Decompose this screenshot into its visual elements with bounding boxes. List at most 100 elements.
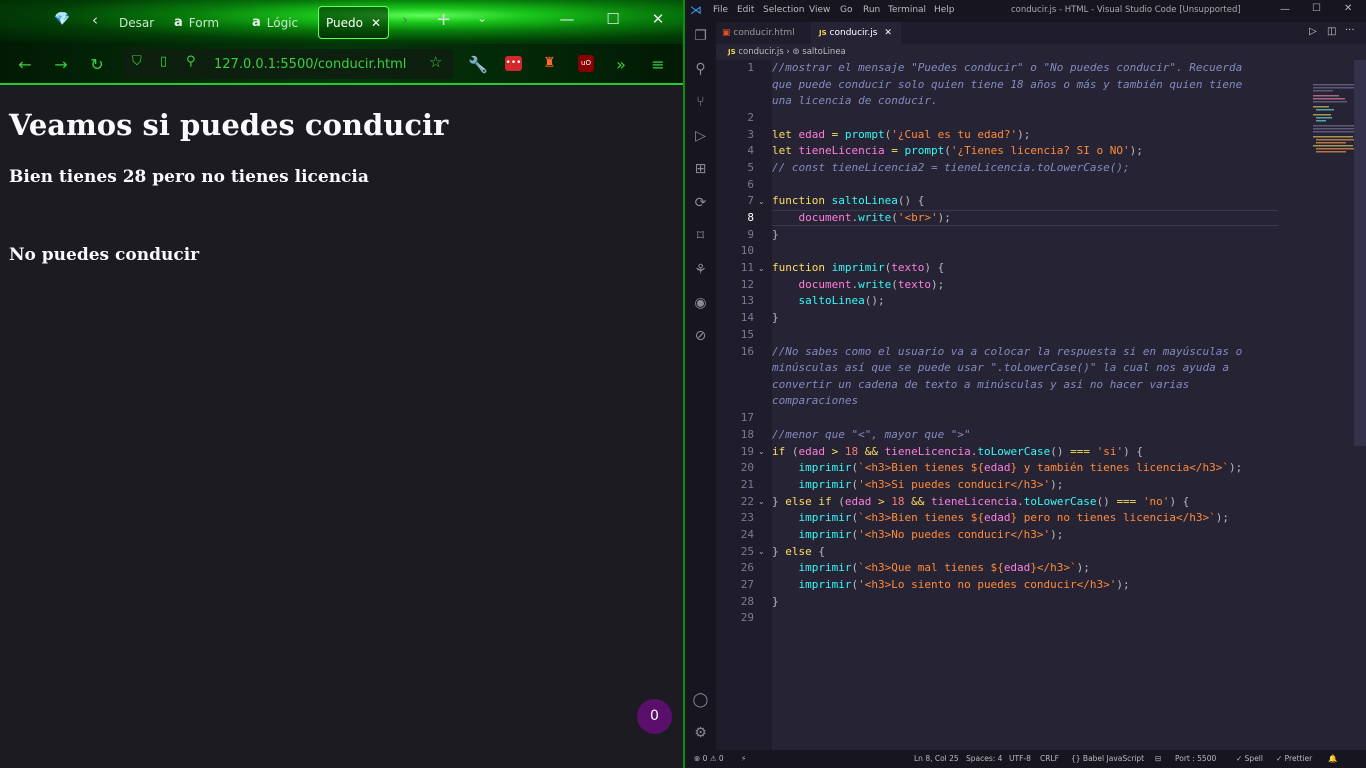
html-file-icon: ▣ [722,28,731,38]
extension-lighthouse-icon[interactable]: ♜ [543,55,556,71]
line-number: 18 [740,428,754,441]
git-graph-icon[interactable]: ⊘ [692,328,709,345]
result-line-1: Bien tienes 28 pero no tienes licencia [9,167,369,187]
run-debug-icon[interactable]: ▷ [692,128,709,145]
counter-badge[interactable]: 0 [637,699,672,734]
page-content: Veamos si puedes conducir Bien tienes 28… [0,86,683,768]
tab-scroll-right-icon[interactable]: › [402,11,408,29]
code-comment: una licencia de conducir. [772,94,938,107]
live-share-icon[interactable]: ⚡ [741,750,746,768]
shield-icon[interactable]: ⛉ [132,54,142,69]
search-icon[interactable]: ⚲ [692,61,709,78]
line-number: 17 [740,411,754,424]
python-icon[interactable]: ◉ [692,295,709,312]
line-number: 19 [740,445,754,458]
more-actions-icon[interactable]: ··· [1345,25,1355,36]
tab-form[interactable]: a Form [174,6,226,39]
settings-gear-icon[interactable]: ⚙ [692,725,709,742]
breadcrumb-symbol[interactable]: saltoLinea [802,47,845,57]
close-tab-icon[interactable]: ✕ [371,16,381,30]
forward-icon[interactable]: → [49,53,73,77]
menu-edit[interactable]: Edit [737,5,754,15]
tab-logic[interactable]: a Lógic [252,6,304,39]
minimize-icon[interactable]: — [1280,4,1290,15]
chevron-down-icon[interactable]: ⌄ [477,11,487,25]
back-icon[interactable]: ← [13,53,37,77]
code-line: document.write(texto); [798,278,945,291]
prettier-status[interactable]: ✓ Prettier [1276,750,1312,768]
problems-status[interactable]: ⊗ 0 ⚠ 0 [694,750,724,768]
spell-status[interactable]: ✓ Spell [1236,750,1263,768]
result-line-2: No puedes conducir [9,245,200,265]
permissions-icon[interactable]: ⚲ [186,54,196,69]
code-comment: convertir un cadena de texto a minúscula… [772,378,1190,391]
a-favicon-icon: a [174,15,183,30]
reload-icon[interactable]: ↻ [85,53,109,77]
split-editor-icon[interactable]: ◫ [1327,26,1336,37]
gem-icon[interactable]: 💎 [54,12,70,27]
code-string: `<h3>Bien tienes ${ [858,461,984,474]
run-icon[interactable]: ▷ [1309,26,1317,37]
remote-icon[interactable]: ⟳ [692,195,709,212]
line-number: 20 [740,461,754,474]
more-tools-icon[interactable]: » [609,53,633,77]
close-tab-icon[interactable]: ✕ [884,28,892,38]
line-number: 8 [747,211,754,224]
source-control-icon[interactable]: ⑂ [692,94,709,111]
language-mode[interactable]: {} Babel JavaScript [1071,750,1144,768]
code-string: `<h3>Que mal tienes ${ [858,561,1004,574]
tab-desarr[interactable]: Desarr [119,6,155,39]
fold-chevron-icon[interactable]: ⌄ [758,447,765,456]
bookmark-icon[interactable]: ⌑ [692,228,709,245]
tab-conducir-html[interactable]: ▣ conducir.html [722,22,802,44]
cursor-position[interactable]: Ln 8, Col 25 [914,750,959,768]
menu-selection[interactable]: Selection [763,5,804,15]
tab-label: Lógic [266,15,299,30]
indentation-status[interactable]: Spaces: 4 [966,750,1002,768]
tab-conducir-js[interactable]: JS conducir.js ✕ [811,22,901,44]
close-window-icon[interactable]: ✕ [643,10,673,28]
menu-terminal[interactable]: Terminal [888,5,926,15]
code-string: } pero no tienes licencia</h3>` [1010,511,1216,524]
account-icon[interactable]: ◯ [692,692,709,709]
menu-run[interactable]: Run [863,5,880,15]
extension-red-icon[interactable]: ••• [505,56,522,71]
notifications-bell-icon[interactable]: 🔔 [1328,750,1337,768]
maximize-icon[interactable]: ☐ [598,10,628,28]
url-bar[interactable]: ⛉ ▯ ⚲ 127.0.0.1:5500/conducir.html ☆ [124,49,454,79]
tree-icon[interactable]: ⚘ [692,262,709,279]
code-editor[interactable]: 1 2 3 4 5 6 7 8 9 10 11 12 13 14 15 16 1… [716,60,1366,750]
encoding-status[interactable]: UTF-8 [1009,750,1031,768]
layout-icon[interactable]: ⊟ [1155,750,1161,768]
port-status[interactable]: Port : 5500 [1175,750,1216,768]
new-tab-icon[interactable]: + [436,9,451,30]
fold-chevron-icon[interactable]: ⌄ [758,547,765,556]
hamburger-menu-icon[interactable]: ≡ [646,53,670,77]
fold-chevron-icon[interactable]: ⌄ [758,497,765,506]
explorer-icon[interactable]: ❐ [692,28,709,45]
bookmark-star-icon[interactable]: ☆ [429,53,442,71]
line-number: 25 [740,545,754,558]
breadcrumb-file[interactable]: conducir.js [738,47,783,57]
ublock-icon[interactable]: uO [578,55,594,72]
menu-file[interactable]: File [713,5,728,15]
extensions-icon[interactable]: ⊞ [692,161,709,178]
fold-chevron-icon[interactable]: ⌄ [758,197,765,206]
vertical-scrollbar[interactable] [1354,60,1366,446]
minimize-icon[interactable]: — [552,10,582,28]
fold-chevron-icon[interactable]: ⌄ [758,264,765,273]
tab-scroll-left-icon[interactable]: ‹ [92,11,98,29]
menu-view[interactable]: View [809,5,830,15]
menu-go[interactable]: Go [840,5,852,15]
url-text[interactable]: 127.0.0.1:5500/conducir.html [214,57,406,72]
menu-help[interactable]: Help [934,5,955,15]
maximize-icon[interactable]: ☐ [1312,3,1321,14]
eol-status[interactable]: CRLF [1040,750,1059,768]
code-line: imprimir(`<h3>Bien tienes ${edad} pero n… [798,511,1230,524]
js-file-icon: JS [819,29,827,37]
close-window-icon[interactable]: ✕ [1344,3,1352,14]
wrench-icon[interactable]: 🔧 [466,53,490,77]
editor-tabs: ▣ conducir.html JS conducir.js ✕ ▷ ◫ ··· [716,22,1366,44]
line-number: 5 [747,161,754,174]
tab-puedo-active[interactable]: Puedo ✕ [318,6,389,39]
